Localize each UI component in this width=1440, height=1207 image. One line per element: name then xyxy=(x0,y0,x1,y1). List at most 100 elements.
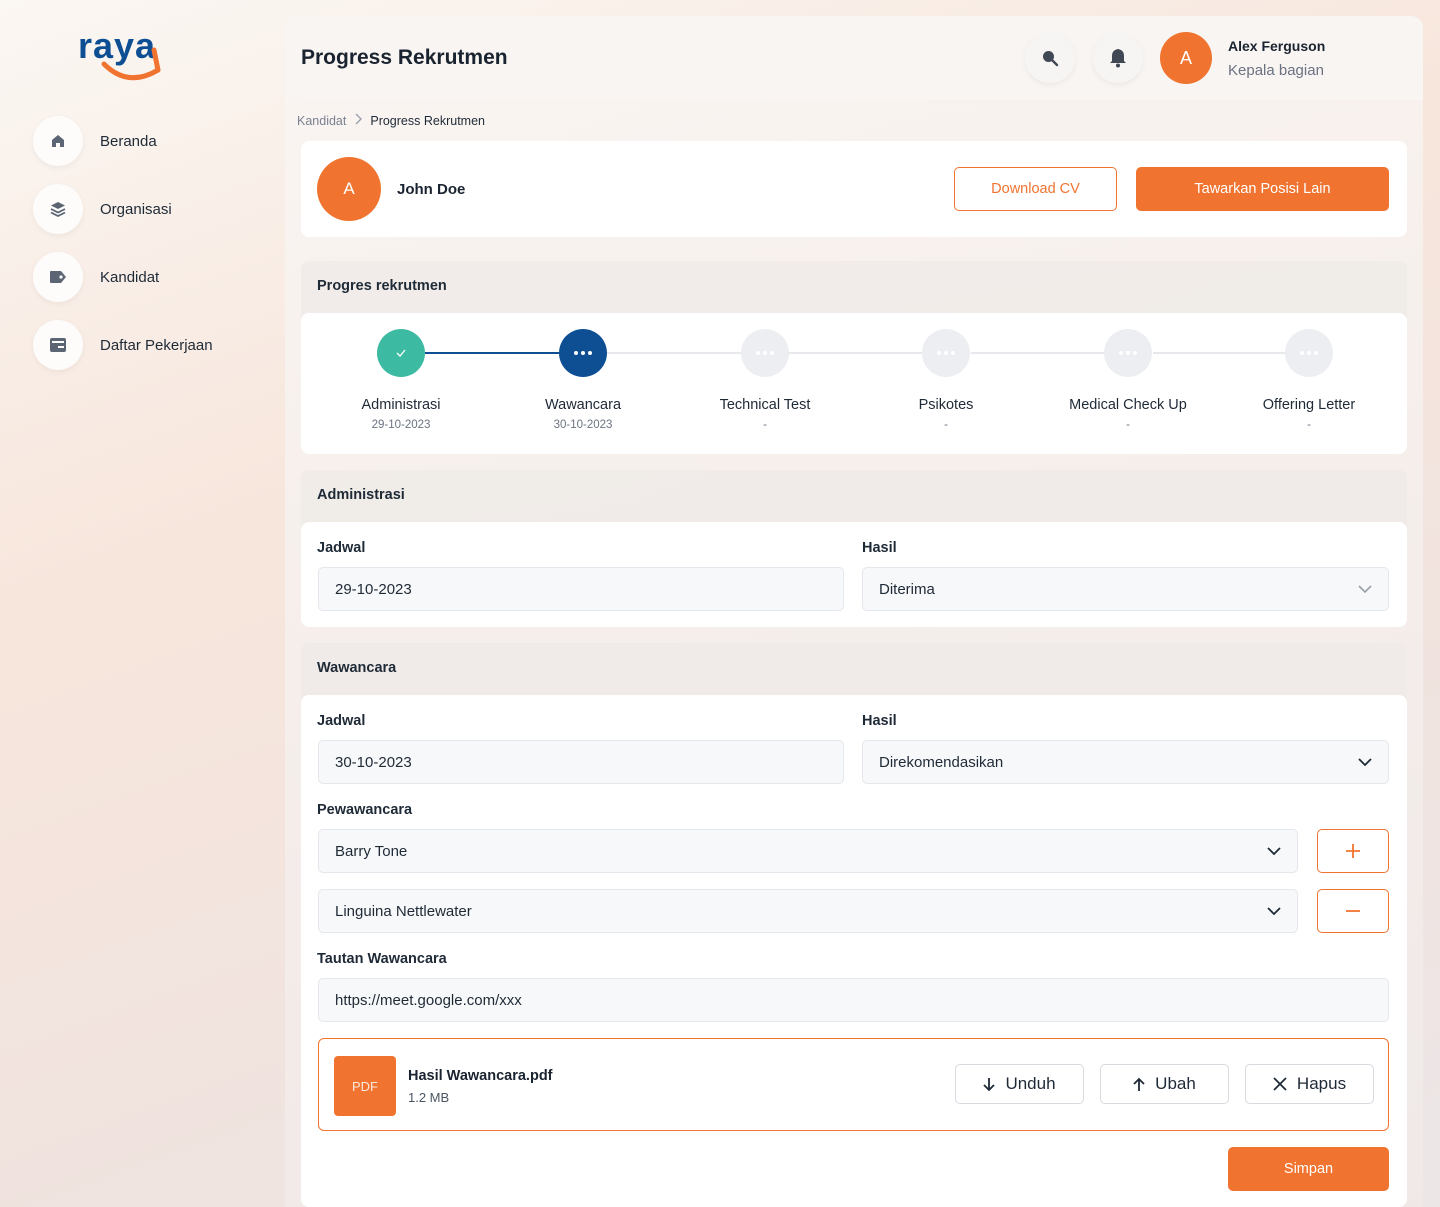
step-date: 30-10-2023 xyxy=(553,419,613,431)
result-label: Hasil xyxy=(862,713,897,729)
wawancara-form: Jadwal 30-10-2023 Hasil Direkomendasikan… xyxy=(301,695,1407,1207)
briefcase-icon xyxy=(33,320,83,370)
wawancara-result-select[interactable]: Direkomendasikan xyxy=(862,740,1389,784)
chevron-down-icon xyxy=(1358,585,1372,593)
step-medical-check-up[interactable]: Medical Check Up - xyxy=(1038,329,1218,431)
uploaded-file-card: PDF Hasil Wawancara.pdf 1.2 MB Unduh Uba… xyxy=(318,1038,1389,1131)
save-button[interactable]: Simpan xyxy=(1228,1147,1389,1191)
sidebar-item-daftar-pekerjaan[interactable]: Daftar Pekerjaan xyxy=(33,320,213,370)
user-role: Kepala bagian xyxy=(1228,62,1324,79)
chevron-right-icon xyxy=(354,113,363,128)
chevron-down-icon xyxy=(1267,847,1281,855)
sidebar: raya Beranda Organisasi Kandidat Daftar … xyxy=(0,0,285,1207)
breadcrumb-current: Progress Rekrutmen xyxy=(370,113,485,128)
administrasi-title: Administrasi xyxy=(317,487,405,503)
select-value: Linguina Nettlewater xyxy=(335,902,472,920)
wawancara-schedule-field[interactable]: 30-10-2023 xyxy=(318,740,844,784)
plus-icon xyxy=(1346,844,1360,858)
sidebar-item-beranda[interactable]: Beranda xyxy=(33,116,157,166)
step-name: Offering Letter xyxy=(1262,397,1356,413)
avatar[interactable]: A xyxy=(1160,32,1212,84)
sidebar-item-organisasi[interactable]: Organisasi xyxy=(33,184,172,234)
step-name: Wawancara xyxy=(544,397,622,413)
page-title: Progress Rekrutmen xyxy=(301,46,508,69)
step-date: - xyxy=(1307,419,1311,431)
file-size: 1.2 MB xyxy=(408,1090,450,1105)
wawancara-section: Wawancara Jadwal 30-10-2023 Hasil Direko… xyxy=(301,643,1407,1207)
step-name: Technical Test xyxy=(719,397,811,413)
wawancara-title: Wawancara xyxy=(317,660,397,676)
arrow-up-icon xyxy=(1133,1077,1145,1091)
download-cv-button[interactable]: Download CV xyxy=(954,167,1117,211)
more-dots-icon xyxy=(741,329,789,377)
step-name: Psikotes xyxy=(918,397,974,413)
top-bar: Progress Rekrutmen A Alex Ferguson Kepal… xyxy=(285,16,1423,100)
file-name: Hasil Wawancara.pdf xyxy=(408,1068,553,1084)
interviewer-select-2[interactable]: Linguina Nettlewater xyxy=(318,889,1298,933)
interviewer-select-1[interactable]: Barry Tone xyxy=(318,829,1298,873)
candidate-name: John Doe xyxy=(397,181,466,198)
step-technical-test[interactable]: Technical Test - xyxy=(675,329,855,431)
bell-icon xyxy=(1110,49,1126,68)
check-icon xyxy=(377,329,425,377)
remove-interviewer-button[interactable] xyxy=(1317,889,1389,933)
field-value: 29-10-2023 xyxy=(335,580,412,598)
close-icon xyxy=(1273,1077,1287,1091)
search-button[interactable] xyxy=(1025,33,1075,83)
delete-file-button[interactable]: Hapus xyxy=(1245,1064,1374,1104)
candidate-avatar: A xyxy=(317,157,381,221)
more-dots-icon xyxy=(1285,329,1333,377)
administrasi-form: Jadwal 29-10-2023 Hasil Diterima xyxy=(301,522,1407,627)
step-date: - xyxy=(763,419,767,431)
administrasi-schedule-field[interactable]: 29-10-2023 xyxy=(318,567,844,611)
progress-title: Progres rekrutmen xyxy=(317,278,447,294)
chevron-down-icon xyxy=(1358,758,1372,766)
download-file-button[interactable]: Unduh xyxy=(955,1064,1084,1104)
tag-icon xyxy=(33,252,83,302)
search-icon xyxy=(1043,51,1059,67)
interview-link-input[interactable]: https://meet.google.com/xxx xyxy=(318,978,1389,1022)
offer-other-position-button[interactable]: Tawarkan Posisi Lain xyxy=(1136,167,1389,211)
sidebar-item-label: Kandidat xyxy=(100,268,160,286)
sidebar-item-label: Daftar Pekerjaan xyxy=(100,336,213,354)
input-value: https://meet.google.com/xxx xyxy=(335,991,522,1009)
more-dots-icon xyxy=(559,329,607,377)
breadcrumb: Kandidat Progress Rekrutmen xyxy=(297,113,485,128)
select-value: Direkomendasikan xyxy=(879,753,1004,771)
field-value: 30-10-2023 xyxy=(335,753,412,771)
sidebar-item-label: Beranda xyxy=(100,132,157,150)
step-name: Administrasi xyxy=(361,397,441,413)
schedule-label: Jadwal xyxy=(317,540,366,556)
button-label: Hapus xyxy=(1296,1074,1347,1093)
interviewer-label: Pewawancara xyxy=(317,802,413,818)
breadcrumb-link-kandidat[interactable]: Kandidat xyxy=(297,114,346,128)
step-administrasi[interactable]: Administrasi 29-10-2023 xyxy=(311,329,491,431)
layers-icon xyxy=(33,184,83,234)
step-psikotes[interactable]: Psikotes - xyxy=(856,329,1036,431)
select-value: Diterima xyxy=(879,580,935,598)
button-label: Unduh xyxy=(1005,1074,1056,1093)
button-label: Ubah xyxy=(1155,1074,1196,1093)
sidebar-item-kandidat[interactable]: Kandidat xyxy=(33,252,159,302)
notification-button[interactable] xyxy=(1093,33,1143,83)
more-dots-icon xyxy=(1104,329,1152,377)
change-file-button[interactable]: Ubah xyxy=(1100,1064,1229,1104)
minus-icon xyxy=(1346,910,1360,912)
step-offering-letter[interactable]: Offering Letter - xyxy=(1219,329,1399,431)
main-panel: Progress Rekrutmen A Alex Ferguson Kepal… xyxy=(285,16,1423,1207)
step-wawancara[interactable]: Wawancara 30-10-2023 xyxy=(493,329,673,431)
candidate-card: A John Doe Download CV Tawarkan Posisi L… xyxy=(301,141,1407,237)
svg-text:raya: raya xyxy=(78,30,156,66)
pdf-file-icon: PDF xyxy=(334,1056,396,1116)
raya-logo[interactable]: raya xyxy=(78,30,182,82)
sidebar-item-label: Organisasi xyxy=(100,200,172,218)
add-interviewer-button[interactable] xyxy=(1317,829,1389,873)
user-name: Alex Ferguson xyxy=(1228,38,1326,54)
step-date: 29-10-2023 xyxy=(371,419,431,431)
interview-link-label: Tautan Wawancara xyxy=(317,951,447,967)
home-icon xyxy=(33,116,83,166)
progress-section: Progres rekrutmen Administrasi 29-10-202… xyxy=(301,261,1407,454)
administrasi-result-select[interactable]: Diterima xyxy=(862,567,1389,611)
step-date: - xyxy=(1126,419,1130,431)
select-value: Barry Tone xyxy=(335,842,408,860)
